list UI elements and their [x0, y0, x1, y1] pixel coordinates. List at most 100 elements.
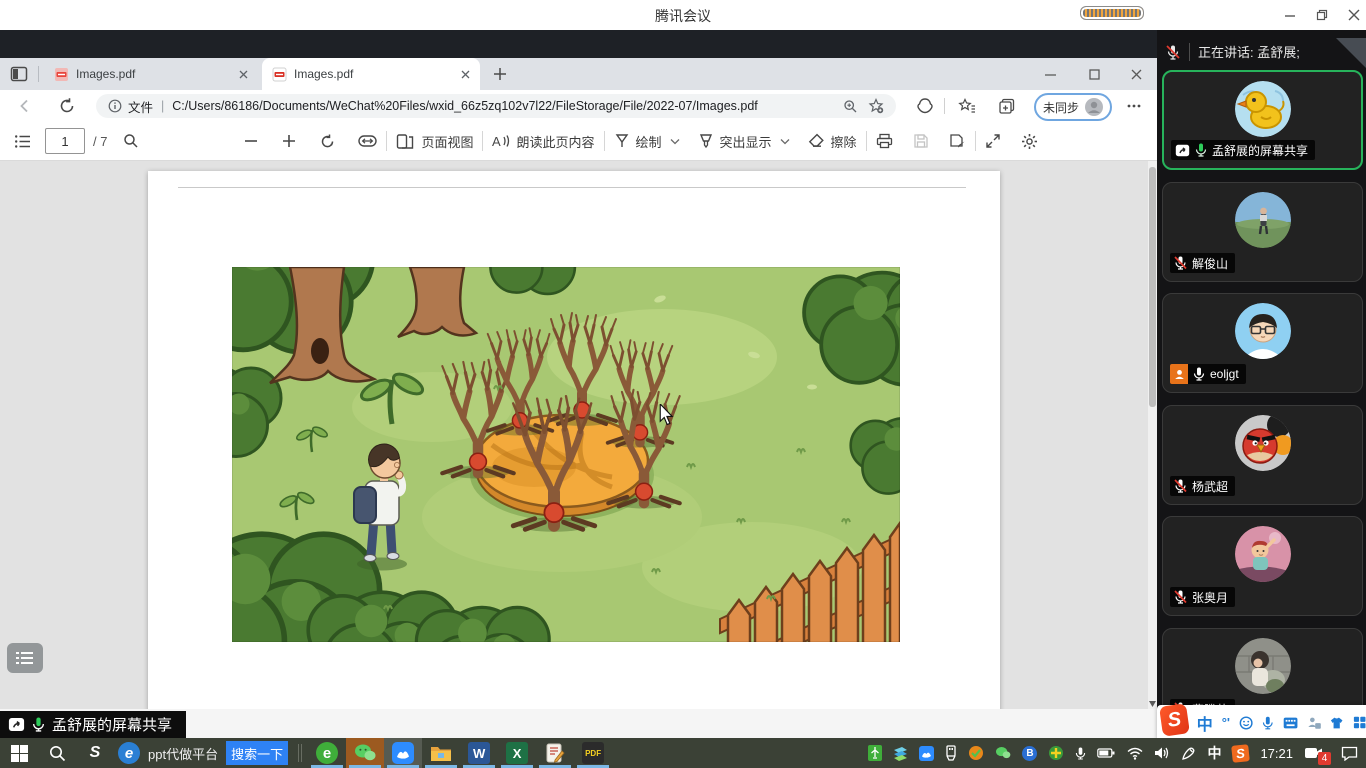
zoom-icon[interactable]: [843, 99, 858, 114]
tab-close-icon[interactable]: [461, 70, 470, 79]
tray-sogou-icon[interactable]: [893, 746, 908, 761]
self-mic-muted-icon[interactable]: [1165, 44, 1181, 60]
draw-icon[interactable]: [614, 133, 630, 149]
ime-punctuation[interactable]: °': [1222, 715, 1230, 730]
tray-usb-icon[interactable]: [945, 745, 957, 761]
pdf-scrollbar[interactable]: [1148, 161, 1157, 709]
tray-usb-green-icon[interactable]: [868, 745, 882, 761]
new-tab-button[interactable]: [492, 66, 508, 82]
tab-close-icon[interactable]: [239, 70, 248, 79]
print-icon[interactable]: [876, 133, 893, 149]
pdf-pagination-fab[interactable]: [7, 643, 43, 673]
fullscreen-icon[interactable]: [985, 133, 1001, 149]
tray-volume-icon[interactable]: [1154, 746, 1170, 760]
search-query-text[interactable]: ppt代做平台: [148, 744, 218, 763]
draw-chevron-icon[interactable]: [670, 138, 680, 145]
read-aloud-label[interactable]: 朗读此页内容: [516, 132, 594, 151]
taskbar-app-notes[interactable]: [536, 738, 574, 768]
highlight-label[interactable]: 突出显示: [720, 132, 772, 151]
taskbar-app-wechat[interactable]: [346, 738, 384, 768]
sogou-logo[interactable]: S: [1159, 703, 1190, 736]
taskbar-app-word[interactable]: W: [460, 738, 498, 768]
action-center-icon[interactable]: [1341, 746, 1358, 761]
taskbar-app-excel[interactable]: X: [498, 738, 536, 768]
ime-skin-icon[interactable]: [1330, 716, 1343, 730]
collections-icon[interactable]: [998, 97, 1016, 115]
info-icon[interactable]: [108, 99, 122, 113]
pdf-content-area[interactable]: [0, 161, 1157, 709]
participant-tile[interactable]: eoljgt: [1162, 293, 1363, 393]
tray-video-button[interactable]: 4: [1304, 745, 1324, 761]
highlight-icon[interactable]: [698, 133, 714, 149]
read-aloud-icon[interactable]: A: [492, 133, 510, 149]
tray-safe-icon[interactable]: [1048, 745, 1064, 761]
toc-icon[interactable]: [14, 133, 31, 150]
favorites-icon[interactable]: [958, 97, 976, 115]
tray-bluetooth-icon[interactable]: B: [1022, 746, 1037, 761]
tray-mic-icon[interactable]: [1075, 746, 1086, 761]
meeting-minimize-button[interactable]: [1274, 0, 1306, 30]
ime-keyboard-icon[interactable]: [1283, 716, 1298, 730]
tray-360-icon[interactable]: [968, 745, 984, 761]
tray-wechat-icon[interactable]: [995, 746, 1011, 760]
start-button[interactable]: [0, 738, 38, 768]
tray-sogou-s-icon[interactable]: S: [1232, 744, 1251, 763]
ime-mode-chinese[interactable]: 中: [1197, 711, 1213, 735]
extensions-icon[interactable]: [916, 97, 934, 115]
ime-voice-icon[interactable]: [1262, 715, 1274, 731]
highlight-chevron-icon[interactable]: [780, 138, 790, 145]
sidebar-collapse-handle[interactable]: [1336, 38, 1366, 68]
ime-emoji-icon[interactable]: [1239, 715, 1253, 731]
tray-ink-icon[interactable]: [1181, 746, 1196, 761]
share-grip-indicator[interactable]: [1080, 6, 1144, 20]
ime-wordbank-icon[interactable]: [1307, 715, 1321, 731]
edge-maximize-button[interactable]: [1078, 59, 1110, 89]
search-go-button[interactable]: 搜索一下: [226, 741, 288, 765]
taskbar-app-explorer[interactable]: [422, 738, 460, 768]
search-icon[interactable]: [123, 133, 139, 149]
settings-gear-icon[interactable]: [1021, 133, 1038, 150]
save-icon[interactable]: [913, 133, 929, 149]
save-as-icon[interactable]: [949, 133, 966, 149]
vertical-tabs-button[interactable]: [10, 65, 28, 83]
taskbar-clock[interactable]: 17:21: [1260, 746, 1293, 761]
draw-label[interactable]: 绘制: [636, 132, 662, 151]
tray-wifi-icon[interactable]: [1127, 747, 1143, 760]
participant-tile[interactable]: 杨武超: [1162, 405, 1363, 505]
zoom-in-icon[interactable]: [281, 133, 297, 149]
participant-tile[interactable]: 张奥月: [1162, 516, 1363, 616]
url-text[interactable]: C:/Users/86186/Documents/WeChat%20Files/…: [172, 99, 833, 113]
profile-button[interactable]: 未同步: [1034, 93, 1112, 121]
rotate-icon[interactable]: [319, 133, 336, 150]
edge-minimize-button[interactable]: [1034, 59, 1066, 89]
tray-battery-icon[interactable]: [1097, 747, 1116, 759]
erase-label[interactable]: 擦除: [831, 132, 857, 151]
taskbar-search-widget[interactable]: e ppt代做平台 搜索一下: [118, 741, 288, 765]
back-icon[interactable]: [16, 97, 34, 115]
tray-meeting-icon[interactable]: [919, 746, 934, 761]
page-number-input[interactable]: [45, 128, 85, 154]
meeting-restore-button[interactable]: [1306, 0, 1338, 30]
meeting-close-button[interactable]: [1338, 0, 1366, 30]
tab-images-pdf-2[interactable]: Images.pdf: [262, 58, 480, 90]
add-favorite-icon[interactable]: [868, 98, 884, 114]
taskbar-search-button[interactable]: [38, 738, 76, 768]
fit-width-icon[interactable]: [358, 133, 377, 149]
address-bar[interactable]: 文件 | C:/Users/86186/Documents/WeChat%20F…: [96, 94, 896, 118]
taskbar-app-360browser[interactable]: e: [308, 738, 346, 768]
page-view-label[interactable]: 页面视图: [421, 132, 473, 151]
participant-tile-share[interactable]: 孟舒展的屏幕共享: [1162, 70, 1363, 170]
ime-toolbox-icon[interactable]: [1353, 715, 1366, 730]
eraser-icon[interactable]: [808, 133, 825, 149]
page-view-icon[interactable]: [396, 133, 414, 150]
tab-images-pdf-1[interactable]: Images.pdf: [44, 58, 258, 90]
edge-close-button[interactable]: [1120, 59, 1152, 89]
more-menu-icon[interactable]: [1126, 98, 1142, 114]
pdf-scrollbar-thumb[interactable]: [1149, 167, 1156, 407]
taskbar-app-meeting[interactable]: [384, 738, 422, 768]
scroll-down-icon[interactable]: [1149, 701, 1156, 707]
sogou-taskbar-button[interactable]: S: [76, 738, 114, 768]
zoom-out-icon[interactable]: [243, 133, 259, 149]
participant-tile[interactable]: 解俊山: [1162, 182, 1363, 282]
refresh-icon[interactable]: [58, 97, 76, 115]
